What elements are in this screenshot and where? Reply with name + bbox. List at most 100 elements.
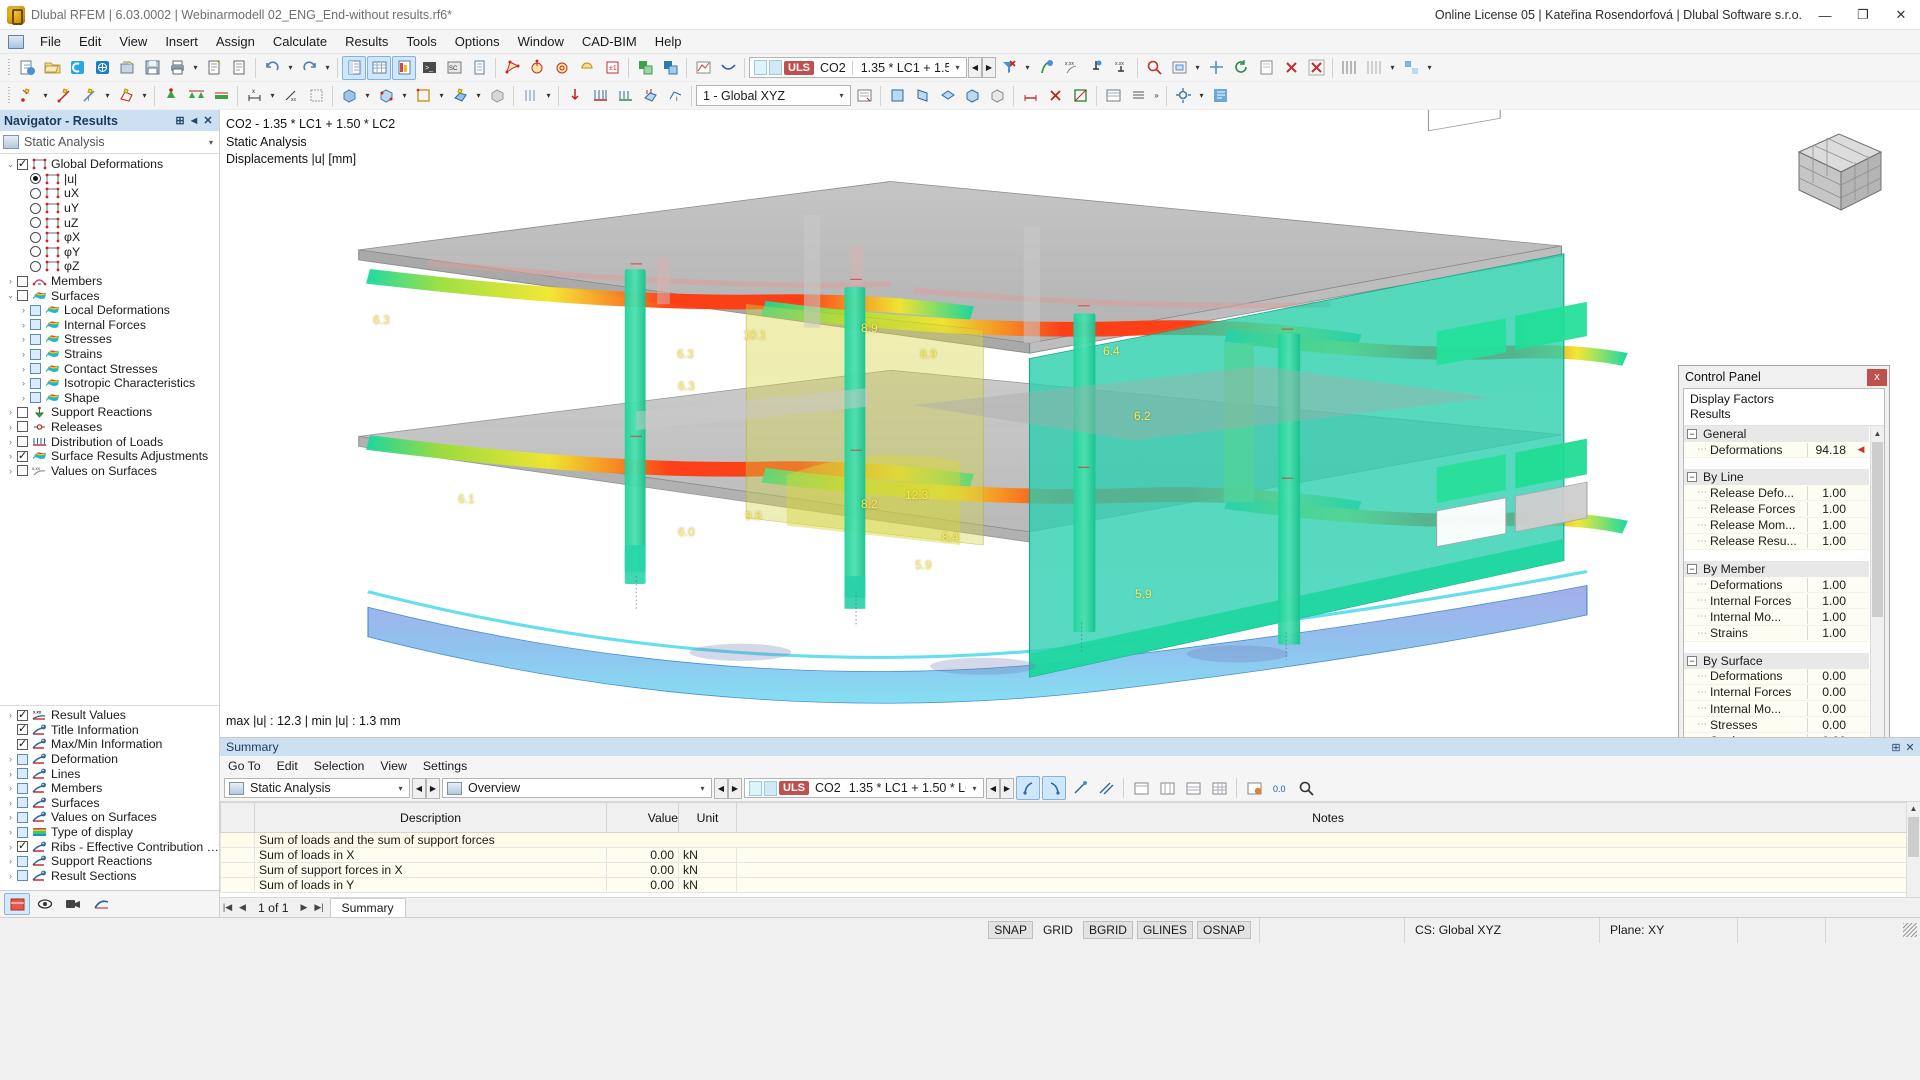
- menu-item-file[interactable]: File: [31, 31, 70, 52]
- navigator-panel-icon[interactable]: [342, 55, 366, 80]
- tree-item-uy[interactable]: uY: [0, 201, 219, 216]
- tree-item-contact-stresses-expander-icon[interactable]: ›: [17, 364, 30, 374]
- summary-analysis-chevron-down-icon[interactable]: ▾: [392, 784, 409, 793]
- cs-settings-icon[interactable]: [852, 84, 876, 108]
- opening-icon[interactable]: [411, 84, 435, 108]
- node-group-icon[interactable]: [374, 84, 398, 108]
- summary-export-icon[interactable]: [1242, 776, 1266, 800]
- new-node-icon[interactable]: [15, 84, 39, 108]
- display-item-surfaces-checkbox[interactable]: [17, 797, 28, 809]
- rotate-view-icon[interactable]: [1229, 56, 1253, 80]
- cp-row-by-member-internal-forces-value[interactable]: 1.00: [1807, 593, 1853, 608]
- cp-row-by-member-strains-value[interactable]: 1.00: [1807, 626, 1853, 641]
- tree-item-isotropic-characteristics[interactable]: › Isotropic Characteristics: [0, 376, 219, 391]
- show-results-icon[interactable]: [1034, 56, 1058, 80]
- print-dropdown-caret[interactable]: ▾: [190, 56, 201, 80]
- summary-select-all-icon[interactable]: [1094, 776, 1118, 800]
- clip-icon[interactable]: [1068, 84, 1092, 108]
- cp-row-by-surface-internal-forces[interactable]: ⋯ Internal Forces 0.00: [1684, 684, 1869, 702]
- summary-select-icon[interactable]: [1068, 776, 1092, 800]
- view-style-icon[interactable]: [1399, 56, 1423, 80]
- view-front-icon[interactable]: [885, 84, 909, 108]
- cp-row-by-member-internal-forces[interactable]: ⋯ Internal Forces 1.00: [1684, 593, 1869, 610]
- summary-load-chevron-down-icon[interactable]: ▾: [966, 784, 983, 793]
- navigator-tab-display-icon[interactable]: [32, 893, 58, 915]
- cp-row-by-member-internal-mo-value[interactable]: 1.00: [1807, 609, 1853, 624]
- cp-group-by-surface-collapse-icon[interactable]: −: [1687, 655, 1697, 666]
- summary-load-combo[interactable]: ULS CO2 1.35 * LC1 + 1.50 * LC2 ▾: [744, 778, 984, 798]
- node-group-caret[interactable]: ▾: [399, 84, 410, 108]
- cp-group-by-member[interactable]: − By Member: [1684, 560, 1869, 577]
- table-row[interactable]: Sum of loads in Y 0.00 kN: [220, 877, 1920, 893]
- cp-row-by-line-release-resu-value[interactable]: 1.00: [1807, 534, 1853, 549]
- analysis-type-combo[interactable]: Static Analysis ▾: [0, 131, 219, 154]
- tree-item-surface-results-adjustments[interactable]: › Surface Results Adjustments: [0, 449, 219, 464]
- status-button-grid[interactable]: GRID: [1037, 921, 1079, 939]
- model-viewport[interactable]: CO2 - 1.35 * LC1 + 1.50 * LC2 Static Ana…: [220, 110, 1920, 737]
- result-values-icon[interactable]: x.xx: [1059, 56, 1083, 80]
- display-item-support-reactions[interactable]: › Support Reactions: [0, 854, 219, 869]
- cp-row-by-surface-deformations[interactable]: ⋯ Deformations 0.00: [1684, 668, 1869, 685]
- tree-item-global-deformations-expander-icon[interactable]: ⌄: [4, 159, 17, 170]
- cp-row-by-line-release-mom[interactable]: ⋯ Release Mom... 1.00: [1684, 517, 1869, 534]
- tree-item-support-reactions[interactable]: › Support Reactions: [0, 405, 219, 420]
- zoom-dropdown-caret[interactable]: ▾: [1192, 56, 1203, 80]
- summary-menu-edit[interactable]: Edit: [269, 757, 306, 775]
- coordinate-system-combo[interactable]: 1 - Global XYZ ▾: [696, 85, 851, 106]
- summary-load-stepper[interactable]: ◀ ▶: [986, 777, 1014, 799]
- display-item-members-expander-icon[interactable]: ›: [4, 783, 17, 793]
- summary-menu-goto[interactable]: Go To: [220, 757, 269, 775]
- tree-item-distribution-of-loads-checkbox[interactable]: [17, 436, 28, 448]
- dimension-x-icon[interactable]: x: [242, 84, 266, 108]
- filter-dropdown-caret[interactable]: ▾: [1022, 56, 1033, 80]
- menu-item-view[interactable]: View: [110, 31, 156, 52]
- menu-item-tools[interactable]: Tools: [397, 31, 445, 52]
- display-item-result-values-expander-icon[interactable]: ›: [4, 710, 17, 720]
- view-free-icon[interactable]: [985, 84, 1009, 108]
- tree-item-shape[interactable]: › Shape: [0, 391, 219, 406]
- tree-item-surfaces[interactable]: ⌄ Surfaces: [0, 288, 219, 303]
- surface-caret[interactable]: ▾: [139, 84, 150, 108]
- new-model-icon[interactable]: [15, 56, 39, 80]
- summary-load-next-icon[interactable]: ▶: [1000, 777, 1014, 799]
- grid-toggle-icon[interactable]: [1337, 56, 1361, 80]
- summary-analysis-combo[interactable]: Static Analysis ▾: [224, 778, 410, 798]
- summary-view-stepper[interactable]: ◀ ▶: [714, 777, 742, 799]
- menu-item-cad-bim[interactable]: CAD-BIM: [573, 31, 646, 52]
- navigator-dock-icon[interactable]: ◄: [187, 115, 201, 127]
- display-item-type-of-display-checkbox[interactable]: [17, 826, 28, 838]
- tree-item-values-on-surfaces-checkbox[interactable]: [17, 465, 28, 477]
- display-item-surfaces-expander-icon[interactable]: ›: [4, 798, 17, 808]
- status-button-snap[interactable]: SNAP: [988, 921, 1033, 939]
- navigator-tab-data-icon[interactable]: [4, 893, 30, 915]
- solid-caret[interactable]: ▾: [362, 84, 373, 108]
- tree-item-strains-expander-icon[interactable]: ›: [17, 349, 30, 359]
- help-tool-icon[interactable]: [1208, 84, 1232, 108]
- tree-item-z[interactable]: φZ: [0, 259, 219, 274]
- cp-row-by-surface-internal-mo[interactable]: ⋯ Internal Mo... 0.00: [1684, 701, 1869, 718]
- tree-item-values-on-surfaces-expander-icon[interactable]: ›: [4, 466, 17, 476]
- snap-toggle-icon[interactable]: [1362, 56, 1386, 80]
- undo-dropdown-caret[interactable]: ▾: [285, 56, 296, 80]
- cp-scroll-up-icon[interactable]: ▲: [1871, 426, 1884, 440]
- tree-item-y[interactable]: φY: [0, 245, 219, 260]
- tree-item-releases-checkbox[interactable]: [17, 421, 28, 433]
- settings-caret[interactable]: ▾: [1196, 84, 1207, 108]
- maximize-button[interactable]: ❐: [1844, 0, 1882, 30]
- value-support-icon[interactable]: x.xx: [1109, 56, 1133, 80]
- display-item-values-on-surfaces[interactable]: › Values on Surfaces: [0, 810, 219, 825]
- render-mode-2-icon[interactable]: [658, 56, 682, 80]
- cp-group-by-surface[interactable]: − By Surface: [1684, 652, 1869, 669]
- cp-row-by-member-deformations-value[interactable]: 1.00: [1807, 577, 1853, 592]
- menu-item-assign[interactable]: Assign: [207, 31, 264, 52]
- summary-table-scrollbar[interactable]: ▲: [1906, 802, 1920, 897]
- menu-item-edit[interactable]: Edit: [70, 31, 110, 52]
- summary-tab[interactable]: Summary: [329, 898, 406, 917]
- cp-row-by-surface-strains[interactable]: ⋯ Strains 0.00: [1684, 733, 1869, 737]
- summary-menu-settings[interactable]: Settings: [415, 757, 475, 775]
- support-display-icon[interactable]: [1084, 56, 1108, 80]
- tree-item-ux-radio[interactable]: [30, 187, 41, 199]
- tree-item-contact-stresses-checkbox[interactable]: [30, 363, 41, 375]
- render-mode-icon[interactable]: [633, 56, 657, 80]
- line-load-icon[interactable]: [588, 84, 612, 108]
